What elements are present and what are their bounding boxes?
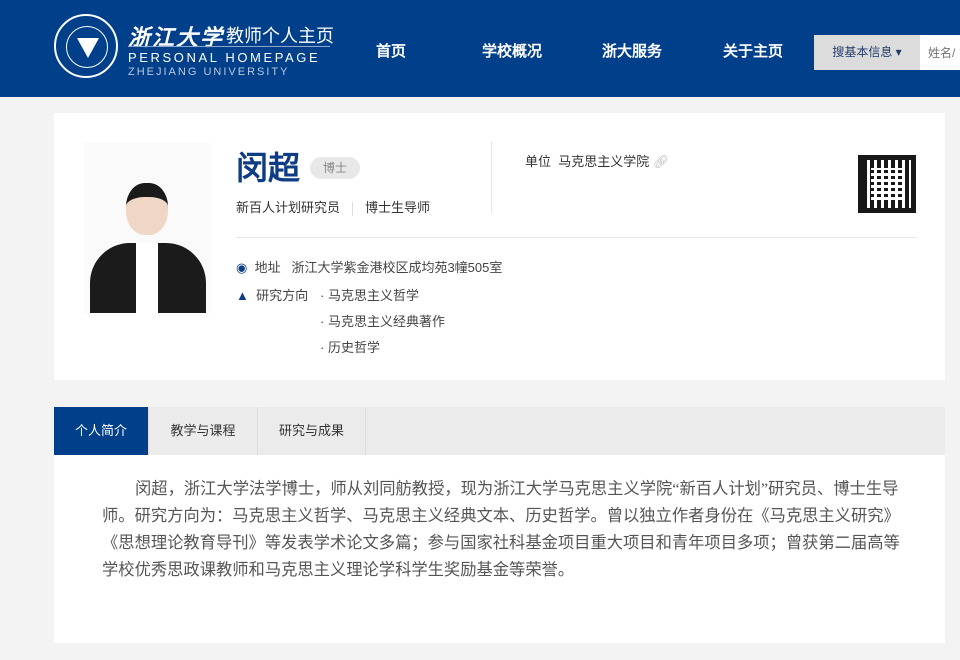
logo-english: PERSONAL HOMEPAGE xyxy=(128,50,320,65)
tab-research[interactable]: 研究与成果 xyxy=(258,407,366,455)
site-header: 浙江大学 教师个人主页 PERSONAL HOMEPAGE ZHEJIANG U… xyxy=(0,0,960,97)
unit-label: 单位 xyxy=(525,154,551,169)
graduation-cap-icon: ▲ xyxy=(236,288,249,303)
link-icon[interactable]: 🔗︎ xyxy=(653,154,670,169)
qr-code xyxy=(858,155,916,213)
unit-info: 单位 马克思主义学院 🔗︎ xyxy=(525,151,669,170)
nav-school-overview[interactable]: 学校概况 xyxy=(482,40,542,61)
logo-subtitle: 教师个人主页 xyxy=(226,22,334,48)
divider xyxy=(352,202,353,216)
divider xyxy=(491,141,492,213)
profile-name: 闵超 xyxy=(236,143,300,189)
address-row: ◉ 地址 浙江大学紫金港校区成均苑3幢505室 xyxy=(236,257,502,276)
degree-badge: 博士 xyxy=(310,157,360,179)
nav-about[interactable]: 关于主页 xyxy=(723,40,783,61)
search-type-dropdown[interactable]: 搜基本信息 ▾ xyxy=(814,35,920,70)
logo-english-university: ZHEJIANG UNIVERSITY xyxy=(128,66,289,78)
university-seal-logo[interactable] xyxy=(54,14,118,78)
divider xyxy=(236,237,917,238)
address-label: 地址 xyxy=(255,260,281,275)
logo-calligraphy: 浙江大学 xyxy=(128,20,224,52)
tab-profile[interactable]: 个人简介 xyxy=(54,407,149,455)
search-input[interactable] xyxy=(920,35,960,70)
research-label: 研究方向 xyxy=(256,288,308,303)
research-item: · 历史哲学 xyxy=(320,337,380,356)
nav-home[interactable]: 首页 xyxy=(376,40,406,61)
research-item: · 马克思主义经典著作 xyxy=(320,311,445,330)
profile-photo xyxy=(84,143,211,313)
profile-titles: 新百人计划研究员 博士生导师 xyxy=(236,197,430,216)
unit-value[interactable]: 马克思主义学院 xyxy=(558,154,649,169)
title: 博士生导师 xyxy=(365,200,430,215)
profile-card: 闵超 博士 新百人计划研究员 博士生导师 单位 马克思主义学院 🔗︎ ◉ 地址 浙… xyxy=(54,113,945,380)
research-item: · 马克思主义哲学 xyxy=(320,285,419,304)
address-value: 浙江大学紫金港校区成均苑3幢505室 xyxy=(291,260,502,275)
tab-content: 闵超，浙江大学法学博士，师从刘同舫教授，现为浙江大学马克思主义学院“新百人计划”… xyxy=(54,455,945,643)
logo-divider xyxy=(128,46,330,47)
location-pin-icon: ◉ xyxy=(236,260,247,275)
tab-teaching[interactable]: 教学与课程 xyxy=(149,407,258,455)
tab-bar: 个人简介 教学与课程 研究与成果 xyxy=(54,407,945,455)
title: 新百人计划研究员 xyxy=(236,200,340,215)
nav-zju-services[interactable]: 浙大服务 xyxy=(602,40,662,61)
bio-text: 闵超，浙江大学法学博士，师从刘同舫教授，现为浙江大学马克思主义学院“新百人计划”… xyxy=(102,475,902,583)
research-row: ▲ 研究方向 xyxy=(236,285,308,304)
